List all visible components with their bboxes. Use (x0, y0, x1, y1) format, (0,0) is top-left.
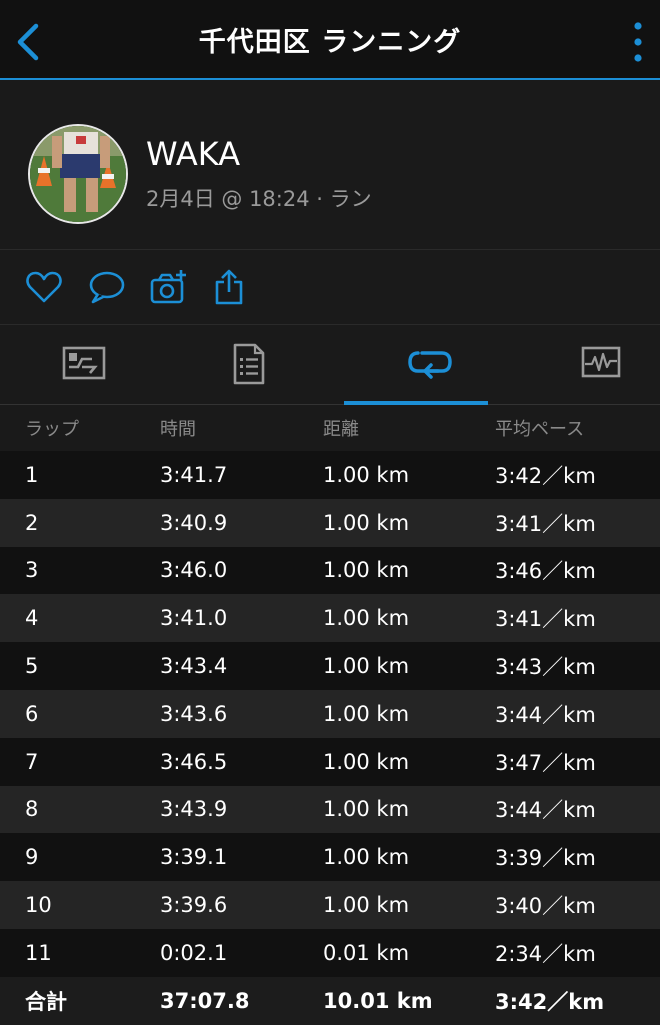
table-row[interactable]: 6 3:43.6 1.00 km 3:44／km (0, 689, 660, 738)
lap-number: 1 (25, 462, 39, 487)
col-header-time: 時間 (160, 419, 196, 440)
table-row[interactable]: 2 3:40.9 1.00 km 3:41／km (0, 498, 660, 547)
activity-profile: WAKA 2月4日 @ 18:24 · ラン (0, 80, 660, 250)
lap-time: 3:41.7 (160, 462, 228, 487)
page-title: 千代田区 ランニング (198, 27, 462, 58)
lap-pace: 3:47／km (495, 750, 596, 775)
total-label: 合計 (25, 989, 67, 1014)
col-header-pace: 平均ペース (495, 419, 585, 440)
tab-summary[interactable] (0, 325, 165, 405)
lap-pace: 3:43／km (495, 655, 596, 680)
heart-icon[interactable] (25, 268, 63, 306)
share-icon[interactable] (212, 268, 250, 306)
lap-distance: 1.00 km (323, 893, 410, 918)
lap-pace: 3:42／km (495, 463, 596, 488)
lap-number: 9 (25, 845, 39, 870)
tab-charts[interactable] (495, 325, 660, 405)
lap-pace: 3:41／km (495, 607, 596, 632)
lap-pace: 3:39／km (495, 846, 596, 871)
lap-distance: 1.00 km (323, 558, 410, 583)
lap-pace: 3:44／km (495, 798, 596, 823)
lap-number: 8 (25, 797, 39, 822)
table-row[interactable]: 11 0:02.1 0.01 km 2:34／km (0, 928, 660, 977)
details-icon (233, 343, 265, 385)
table-row[interactable]: 10 3:39.6 1.00 km 3:40／km (0, 881, 660, 929)
lap-time: 3:43.4 (160, 654, 228, 679)
lap-time: 0:02.1 (160, 940, 228, 965)
avatar-photo (30, 126, 126, 222)
table-row[interactable]: 4 3:41.0 1.00 km 3:41／km (0, 594, 660, 643)
lap-time: 3:41.0 (160, 606, 228, 631)
col-header-lap: ラップ (25, 419, 79, 440)
lap-number: 11 (25, 940, 52, 965)
tab-details[interactable] (165, 325, 330, 405)
lap-time: 3:40.9 (160, 510, 228, 535)
lap-number: 3 (25, 558, 39, 583)
table-row[interactable]: 9 3:39.1 1.00 km 3:39／km (0, 833, 660, 882)
lap-distance: 1.00 km (323, 462, 410, 487)
lap-pace: 3:41／km (495, 511, 596, 536)
tab-laps[interactable] (344, 325, 488, 405)
lap-time: 3:39.1 (160, 845, 228, 870)
lap-distance: 1.00 km (323, 797, 410, 822)
lap-distance: 1.00 km (323, 701, 410, 726)
lap-distance: 1.00 km (323, 845, 410, 870)
table-row[interactable]: 7 3:46.5 1.00 km 3:47／km (0, 737, 660, 786)
total-time: 37:07.8 (160, 988, 250, 1013)
lap-time: 3:39.6 (160, 893, 228, 918)
table-row[interactable]: 8 3:43.9 1.00 km 3:44／km (0, 785, 660, 834)
total-pace: 3:42／km (495, 989, 605, 1014)
lap-pace: 2:34／km (495, 941, 596, 966)
lap-distance: 1.00 km (323, 749, 410, 774)
lap-number: 4 (25, 606, 39, 631)
table-row[interactable]: 1 3:41.7 1.00 km 3:42／km (0, 451, 660, 499)
col-header-distance: 距離 (323, 419, 359, 440)
avatar[interactable] (28, 124, 128, 224)
activity-meta: 2月4日 @ 18:24 · ラン (146, 187, 372, 211)
lap-time: 3:46.5 (160, 749, 228, 774)
lap-time: 3:46.0 (160, 558, 228, 583)
table-row[interactable]: 3 3:46.0 1.00 km 3:46／km (0, 546, 660, 595)
lap-time: 3:43.9 (160, 797, 228, 822)
lap-number: 2 (25, 510, 39, 535)
lap-number: 10 (25, 893, 52, 918)
lap-distance: 1.00 km (323, 510, 410, 535)
lap-pace: 3:40／km (495, 894, 596, 919)
more-menu-icon[interactable] (630, 20, 646, 64)
lap-number: 5 (25, 654, 39, 679)
laps-icon (408, 351, 452, 379)
laps-table: ラップ 時間 距離 平均ペース 1 3:41.7 1.00 km 3:42／km 2 3:… (0, 405, 660, 1025)
chart-icon (581, 346, 621, 378)
lap-pace: 3:46／km (495, 559, 596, 584)
summary-icon (62, 346, 106, 380)
table-row[interactable]: 5 3:43.4 1.00 km 3:43／km (0, 642, 660, 690)
user-name[interactable]: WAKA (146, 135, 240, 173)
lap-distance: 1.00 km (323, 606, 410, 631)
lap-number: 6 (25, 701, 39, 726)
lap-time: 3:43.6 (160, 701, 228, 726)
comment-icon[interactable] (88, 268, 126, 306)
activity-tabs (0, 325, 660, 405)
total-row: 合計 37:07.8 10.01 km 3:42／km (0, 976, 660, 1025)
laps-header: ラップ 時間 距離 平均ペース (0, 405, 660, 451)
total-distance: 10.01 km (323, 988, 433, 1013)
lap-number: 7 (25, 749, 39, 774)
lap-distance: 0.01 km (323, 940, 410, 965)
action-bar (0, 250, 660, 325)
camera-add-icon[interactable] (150, 268, 188, 306)
top-bar: 千代田区 ランニング (0, 0, 660, 80)
lap-distance: 1.00 km (323, 654, 410, 679)
lap-pace: 3:44／km (495, 702, 596, 727)
